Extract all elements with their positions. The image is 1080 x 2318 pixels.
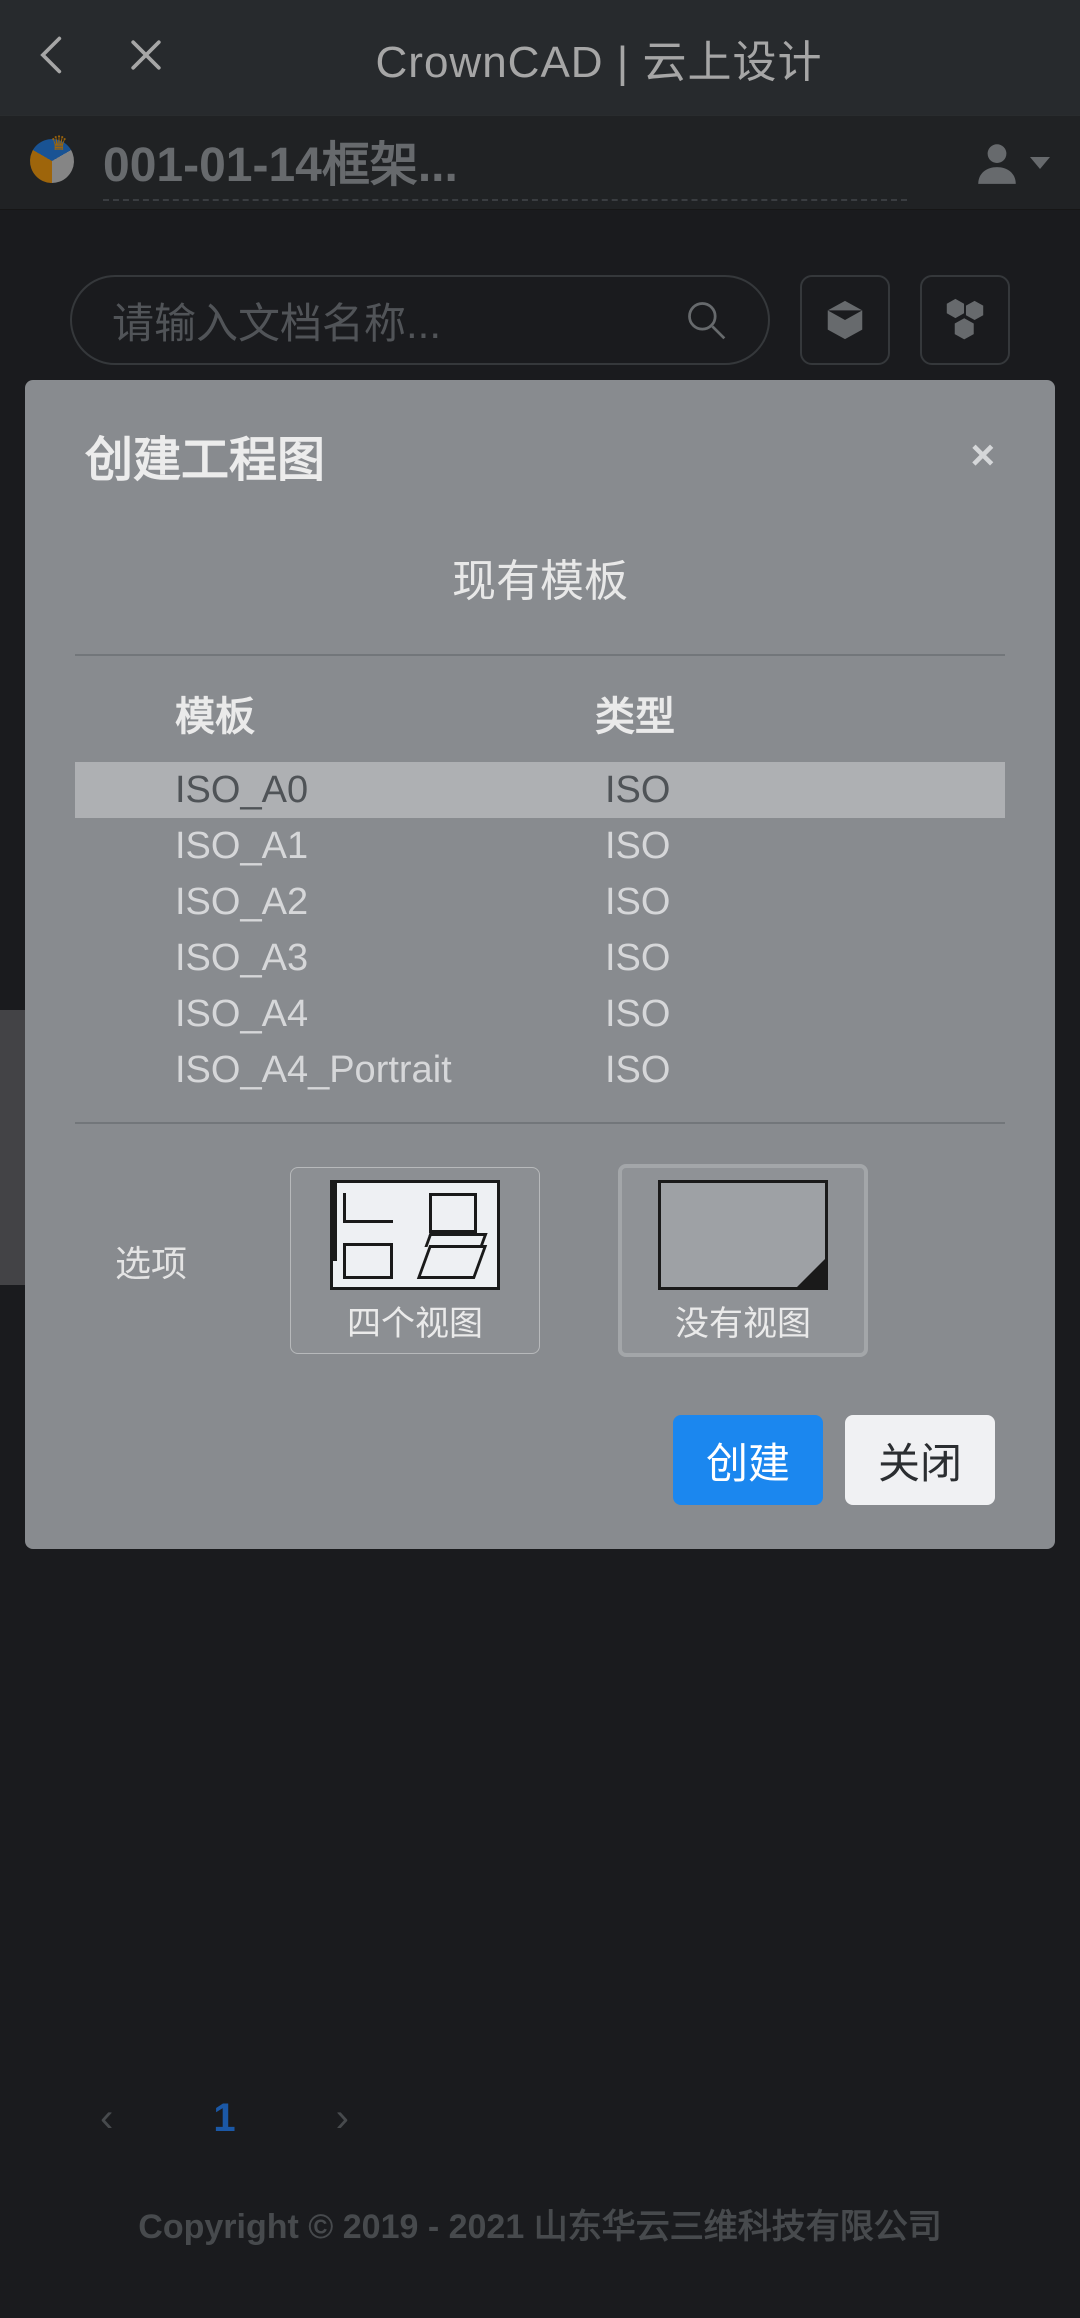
- template-type: ISO: [605, 881, 1005, 924]
- template-name: ISO_A4: [175, 993, 605, 1036]
- template-name: ISO_A4_Portrait: [175, 1049, 605, 1092]
- option-four-views[interactable]: 四个视图: [290, 1167, 540, 1354]
- template-type: ISO: [605, 937, 1005, 980]
- template-type: ISO: [605, 993, 1005, 1036]
- template-name: ISO_A0: [175, 769, 605, 812]
- close-button[interactable]: 关闭: [845, 1415, 995, 1505]
- create-drawing-modal: 创建工程图 × 现有模板 模板 类型 ISO_A0ISOISO_A1ISOISO…: [25, 380, 1055, 1549]
- template-name: ISO_A2: [175, 881, 605, 924]
- template-type: ISO: [605, 825, 1005, 868]
- template-row[interactable]: ISO_A0ISO: [75, 762, 1005, 818]
- template-list: ISO_A0ISOISO_A1ISOISO_A2ISOISO_A3ISOISO_…: [75, 762, 1005, 1098]
- modal-actions: 创建 关闭: [75, 1397, 1005, 1509]
- options-row: 选项 四个视图 没有视图: [75, 1124, 1005, 1397]
- section-title: 现有模板: [75, 520, 1005, 654]
- template-row[interactable]: ISO_A4_PortraitISO: [75, 1042, 1005, 1098]
- template-type: ISO: [605, 1049, 1005, 1092]
- option-caption: 四个视图: [347, 1296, 483, 1345]
- create-button[interactable]: 创建: [673, 1415, 823, 1505]
- modal-close-icon[interactable]: ×: [970, 431, 995, 479]
- no-view-icon: [658, 1180, 828, 1290]
- template-row[interactable]: ISO_A4ISO: [75, 986, 1005, 1042]
- template-row[interactable]: ISO_A3ISO: [75, 930, 1005, 986]
- template-row[interactable]: ISO_A1ISO: [75, 818, 1005, 874]
- col-type-header: 类型: [595, 684, 1005, 742]
- modal-title: 创建工程图: [85, 420, 325, 490]
- col-template-header: 模板: [175, 684, 595, 742]
- template-name: ISO_A1: [175, 825, 605, 868]
- option-caption: 没有视图: [675, 1296, 811, 1345]
- four-views-icon: [330, 1180, 500, 1290]
- template-table-header: 模板 类型: [75, 656, 1005, 762]
- template-name: ISO_A3: [175, 937, 605, 980]
- options-label: 选项: [115, 1235, 280, 1287]
- template-type: ISO: [605, 769, 1005, 812]
- template-row[interactable]: ISO_A2ISO: [75, 874, 1005, 930]
- modal-header: 创建工程图 ×: [55, 420, 1025, 520]
- option-no-view[interactable]: 没有视图: [618, 1164, 868, 1357]
